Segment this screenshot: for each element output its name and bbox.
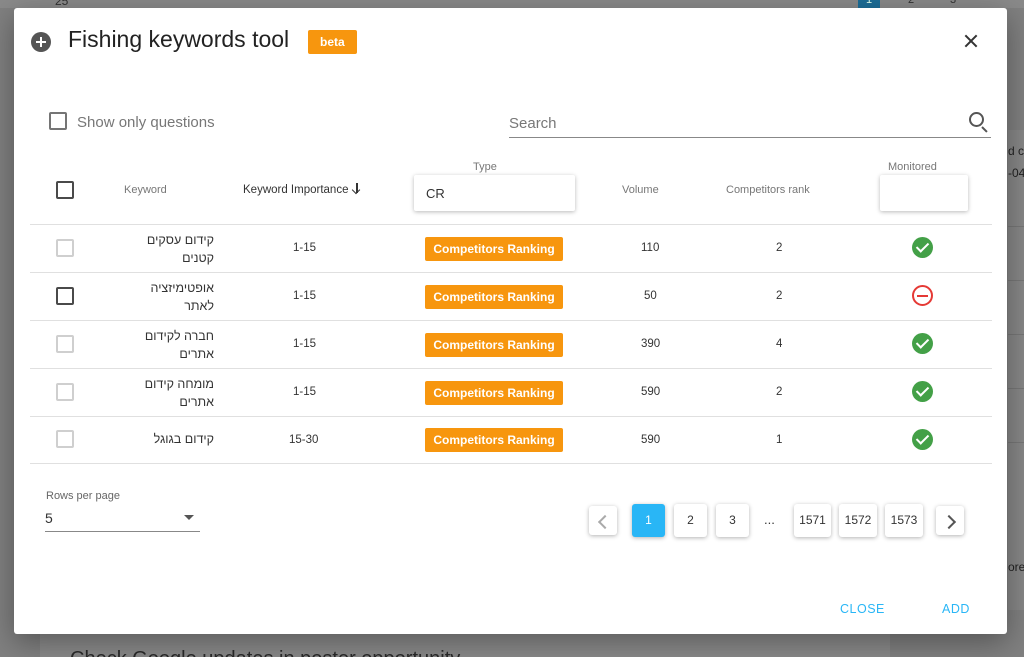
page-button-1571[interactable]: 1571 <box>794 504 831 537</box>
background-top-bar: 25 1 2 3 <box>0 0 1024 8</box>
beta-badge: beta <box>308 30 357 54</box>
pagination-ellipsis: ... <box>764 512 775 527</box>
search-input[interactable] <box>509 111 949 135</box>
row-checkbox[interactable] <box>56 239 74 257</box>
row-checkbox[interactable] <box>56 383 74 401</box>
row-checkbox[interactable] <box>56 335 74 353</box>
prev-page-button[interactable] <box>589 506 617 535</box>
column-header-competitors-rank[interactable]: Competitors rank <box>726 184 810 196</box>
caret-down-icon <box>184 515 194 520</box>
monitored-filter-input[interactable] <box>880 175 968 211</box>
background-right-text: -04 <box>1008 166 1024 180</box>
importance-cell: 15-30 <box>289 434 319 446</box>
background-right-text: d c <box>1008 144 1024 158</box>
type-badge: Competitors Ranking <box>425 237 563 261</box>
keywords-dialog: Fishing keywords tool beta Show only que… <box>14 8 1007 634</box>
background-top-value: 25 <box>55 0 69 8</box>
importance-cell: 1-15 <box>293 290 317 302</box>
table-divider <box>30 416 992 417</box>
close-button[interactable]: CLOSE <box>840 602 885 616</box>
background-page-1: 1 <box>858 0 880 8</box>
table-divider <box>30 320 992 321</box>
type-badge: Competitors Ranking <box>425 333 563 357</box>
type-badge: Competitors Ranking <box>425 285 563 309</box>
dialog-title: Fishing keywords tool <box>68 26 290 52</box>
close-icon[interactable] <box>958 28 984 54</box>
check-icon[interactable] <box>912 429 933 450</box>
type-badge: Competitors Ranking <box>425 381 563 405</box>
column-header-volume[interactable]: Volume <box>622 184 659 196</box>
background-divider <box>1008 226 1024 227</box>
keyword-cell: חברה לקידום אתרים <box>144 329 214 361</box>
page-button-1573[interactable]: 1573 <box>885 504 923 537</box>
row-checkbox[interactable] <box>56 287 74 305</box>
page-button-1572[interactable]: 1572 <box>839 504 877 537</box>
table-divider <box>30 272 992 273</box>
background-prev-page <box>818 0 840 8</box>
arrow-down-icon <box>352 183 362 194</box>
volume-cell: 110 <box>641 242 660 254</box>
background-right-panel <box>1008 130 1024 610</box>
background-divider <box>1008 280 1024 281</box>
background-divider <box>1008 442 1024 443</box>
keyword-cell: קידום עסקים קטנים <box>146 233 214 265</box>
select-all-checkbox[interactable] <box>56 181 74 199</box>
importance-label: Keyword Importance <box>243 184 349 196</box>
background-divider <box>1008 334 1024 335</box>
table-divider <box>30 224 992 225</box>
column-header-importance[interactable]: Keyword Importance <box>243 183 362 196</box>
importance-cell: 1-15 <box>293 338 317 350</box>
show-questions-label: Show only questions <box>77 114 215 131</box>
volume-cell: 590 <box>641 434 661 446</box>
column-header-monitored: Monitored <box>888 161 937 173</box>
importance-cell: 1-15 <box>293 242 317 254</box>
rows-per-page-value: 5 <box>45 510 53 526</box>
check-icon[interactable] <box>912 381 933 402</box>
background-footer-text: Check Google updates in poster opportuni… <box>70 648 460 657</box>
rank-cell: 2 <box>776 386 783 398</box>
check-icon[interactable] <box>912 333 933 354</box>
rank-cell: 4 <box>776 338 783 350</box>
background-right-link: ore <box>1008 560 1024 574</box>
minus-circle-icon[interactable] <box>912 285 933 306</box>
importance-cell: 1-15 <box>293 386 317 398</box>
table-divider <box>30 368 992 369</box>
type-badge: Competitors Ranking <box>425 428 563 452</box>
row-checkbox[interactable] <box>56 430 74 448</box>
rows-per-page-select[interactable]: 5 <box>45 506 200 532</box>
page-button-2[interactable]: 2 <box>674 504 707 537</box>
rank-cell: 2 <box>776 242 783 254</box>
volume-cell: 590 <box>641 386 661 398</box>
page-button-1[interactable]: 1 <box>632 504 665 537</box>
rank-cell: 1 <box>776 434 783 446</box>
plus-circle-icon <box>31 32 51 52</box>
background-divider <box>1008 388 1024 389</box>
add-button[interactable]: ADD <box>942 602 970 616</box>
dialog-header: Fishing keywords tool beta <box>14 8 1007 74</box>
background-page-3: 3 <box>949 0 957 6</box>
column-header-type: Type <box>473 161 497 173</box>
keyword-cell: מומחה קידום אתרים <box>144 377 214 409</box>
page-button-3[interactable]: 3 <box>716 504 749 537</box>
rows-per-page-label: Rows per page <box>46 490 120 502</box>
rank-cell: 2 <box>776 290 783 302</box>
type-filter-input[interactable]: CR <box>414 175 575 211</box>
background-page-2: 2 <box>907 0 915 6</box>
show-questions-checkbox[interactable] <box>49 112 67 130</box>
volume-cell: 390 <box>641 338 661 350</box>
volume-cell: 50 <box>644 290 657 302</box>
keyword-cell: אופטימיזציה לאתר <box>150 281 214 313</box>
next-page-button[interactable] <box>936 506 964 535</box>
search-field <box>509 108 991 138</box>
column-header-keyword[interactable]: Keyword <box>124 184 167 196</box>
keyword-cell: קידום בגוגל <box>153 432 214 446</box>
search-icon[interactable] <box>969 112 984 127</box>
check-icon[interactable] <box>912 237 933 258</box>
table-divider <box>30 463 992 464</box>
